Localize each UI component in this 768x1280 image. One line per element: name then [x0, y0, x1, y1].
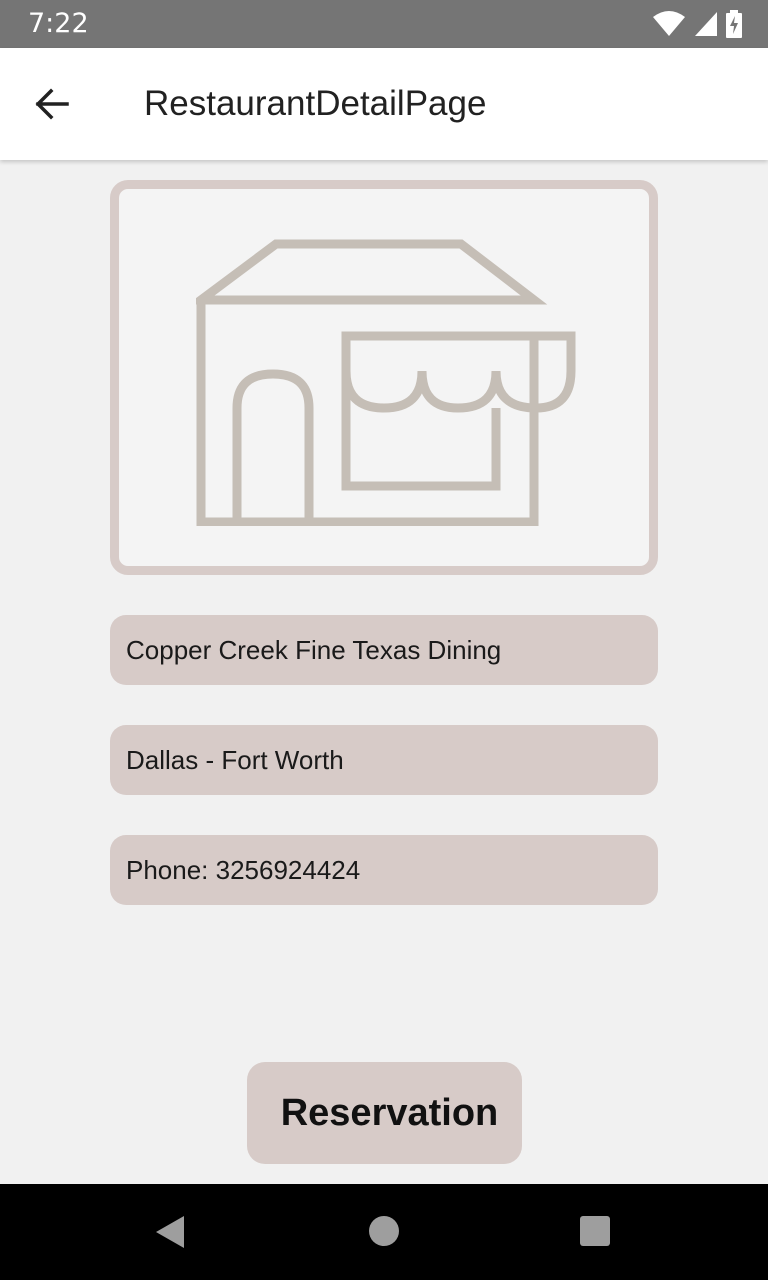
restaurant-phone: Phone: 3256924424 — [110, 835, 658, 905]
restaurant-image — [110, 180, 658, 575]
app-bar: RestaurantDetailPage — [0, 48, 768, 160]
arrow-left-icon — [35, 88, 69, 120]
nav-home-icon[interactable] — [369, 1216, 399, 1246]
system-nav-bar — [0, 1184, 768, 1280]
restaurant-name: Copper Creek Fine Texas Dining — [110, 615, 658, 685]
storefront-icon — [196, 239, 576, 526]
status-icons — [652, 10, 742, 38]
status-time: 7:22 — [28, 8, 89, 39]
nav-back-icon[interactable] — [154, 1214, 186, 1250]
battery-charging-icon — [726, 10, 742, 38]
restaurant-location: Dallas - Fort Worth — [110, 725, 658, 795]
cell-signal-icon — [695, 12, 717, 36]
wifi-icon — [653, 11, 685, 36]
back-button[interactable] — [24, 78, 80, 130]
reservation-button[interactable]: Reservation — [247, 1062, 522, 1164]
page-title: RestaurantDetailPage — [144, 84, 487, 123]
status-bar: 7:22 — [0, 0, 768, 48]
nav-recents-icon[interactable] — [580, 1216, 610, 1246]
